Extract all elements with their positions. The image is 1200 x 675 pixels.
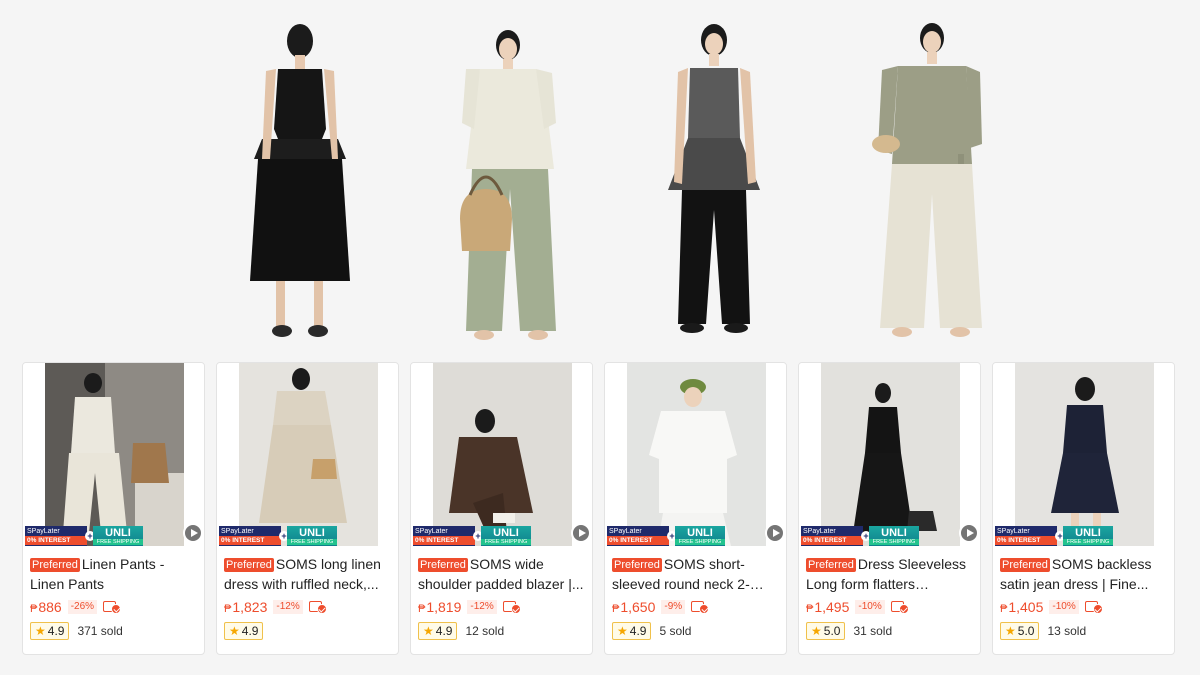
- product-title[interactable]: Preferred Dress Sleeveless Long form flat…: [806, 554, 976, 594]
- preferred-badge: Preferred: [30, 558, 80, 572]
- hero-model-2-image: [452, 19, 572, 349]
- sold-count: 5 sold: [659, 624, 692, 638]
- star-icon: ★: [1005, 624, 1016, 638]
- unli-free-shipping-badge: UNLI FREE SHIPPING: [93, 526, 143, 546]
- product-price: ₱886: [30, 599, 62, 615]
- discount-badge: -10%: [855, 600, 885, 614]
- product-title[interactable]: Preferred SOMS wide shoulder padded blaze…: [418, 554, 588, 594]
- rating-badge: ★ 4.9: [224, 622, 264, 640]
- discount-badge: -12%: [273, 600, 303, 614]
- rating-badge: ★ 4.9: [418, 622, 458, 640]
- preferred-badge: Preferred: [224, 558, 274, 572]
- voucher-check-icon: [1084, 600, 1103, 614]
- voucher-check-icon: [691, 600, 710, 614]
- product-price: ₱1,650: [612, 599, 656, 615]
- preferred-badge: Preferred: [1000, 558, 1050, 572]
- play-icon[interactable]: [571, 523, 591, 543]
- discount-badge: -12%: [467, 600, 497, 614]
- product-title[interactable]: Preferred Linen Pants - Linen Pants: [30, 554, 200, 594]
- rating-badge: ★ 4.9: [30, 622, 70, 640]
- product-card[interactable]: SPayLater 0% INTEREST + UNLI FREE SHIPPING…: [410, 362, 593, 655]
- star-icon: ★: [229, 624, 240, 638]
- preferred-badge: Preferred: [612, 558, 662, 572]
- unli-free-shipping-badge: UNLI FREE SHIPPING: [287, 526, 337, 546]
- spaylater-badge: SPayLater 0% INTEREST: [801, 526, 863, 546]
- star-icon: ★: [423, 624, 434, 638]
- sold-count: 13 sold: [1047, 624, 1087, 638]
- product-image[interactable]: SPayLater 0% INTEREST + UNLI FREE SHIPPING: [23, 363, 204, 546]
- discount-badge: -9%: [661, 600, 686, 614]
- spaylater-badge: SPayLater 0% INTEREST: [413, 526, 475, 546]
- rating-badge: ★ 5.0: [1000, 622, 1040, 640]
- hero-model-1-image: [240, 9, 360, 349]
- unli-free-shipping-badge: UNLI FREE SHIPPING: [481, 526, 531, 546]
- sold-count: 31 sold: [853, 624, 893, 638]
- unli-free-shipping-badge: UNLI FREE SHIPPING: [1063, 526, 1113, 546]
- rating-badge: ★ 4.9: [612, 622, 652, 640]
- discount-badge: -26%: [67, 600, 98, 614]
- spaylater-badge: SPayLater 0% INTEREST: [25, 526, 87, 546]
- product-title[interactable]: Preferred SOMS long linen dress with ruff…: [224, 554, 394, 594]
- spaylater-badge: SPayLater 0% INTEREST: [995, 526, 1057, 546]
- play-icon[interactable]: [765, 523, 785, 543]
- rating-badge: ★ 5.0: [806, 622, 846, 640]
- product-card[interactable]: SPayLater 0% INTEREST + UNLI FREE SHIPPING…: [798, 362, 981, 655]
- product-card[interactable]: SPayLater 0% INTEREST + UNLI FREE SHIPPING…: [22, 362, 205, 655]
- unli-free-shipping-badge: UNLI FREE SHIPPING: [869, 526, 919, 546]
- unli-free-shipping-badge: UNLI FREE SHIPPING: [675, 526, 725, 546]
- play-icon[interactable]: [959, 523, 979, 543]
- product-price: ₱1,823: [224, 599, 268, 615]
- preferred-badge: Preferred: [418, 558, 468, 572]
- star-icon: ★: [35, 624, 46, 638]
- product-price: ₱1,405: [1000, 599, 1044, 615]
- product-image[interactable]: SPayLater 0% INTEREST + UNLI FREE SHIPPING: [605, 363, 786, 546]
- hero-model-3-image: [648, 14, 778, 349]
- preferred-badge: Preferred: [806, 558, 856, 572]
- product-price: ₱1,495: [806, 599, 850, 615]
- product-title[interactable]: Preferred SOMS short-sleeved round neck 2…: [612, 554, 782, 594]
- voucher-check-icon: [890, 600, 909, 614]
- product-image[interactable]: SPayLater 0% INTEREST + UNLI FREE SHIPPING: [799, 363, 980, 546]
- product-price: ₱1,819: [418, 599, 462, 615]
- spaylater-badge: SPayLater 0% INTEREST: [607, 526, 669, 546]
- product-title[interactable]: Preferred SOMS backless satin jean dress …: [1000, 554, 1170, 594]
- hero-banner: [0, 0, 1200, 355]
- voucher-check-icon: [502, 600, 521, 614]
- spaylater-badge: SPayLater 0% INTEREST: [219, 526, 281, 546]
- product-card[interactable]: SPayLater 0% INTEREST + UNLI FREE SHIPPING…: [604, 362, 787, 655]
- play-icon[interactable]: [183, 523, 203, 543]
- sold-count: 371 sold: [77, 624, 123, 638]
- star-icon: ★: [617, 624, 628, 638]
- star-icon: ★: [811, 624, 822, 638]
- sold-count: 12 sold: [465, 624, 505, 638]
- product-grid: SPayLater 0% INTEREST + UNLI FREE SHIPPING…: [22, 362, 1175, 655]
- product-card[interactable]: SPayLater 0% INTEREST + UNLI FREE SHIPPING…: [992, 362, 1175, 655]
- voucher-check-icon: [103, 600, 122, 614]
- product-image[interactable]: SPayLater 0% INTEREST + UNLI FREE SHIPPING: [993, 363, 1174, 546]
- product-image[interactable]: SPayLater 0% INTEREST + UNLI FREE SHIPPING: [217, 363, 398, 546]
- voucher-check-icon: [308, 600, 327, 614]
- discount-badge: -10%: [1049, 600, 1079, 614]
- product-image[interactable]: SPayLater 0% INTEREST + UNLI FREE SHIPPING: [411, 363, 592, 546]
- hero-model-4-image: [862, 14, 992, 349]
- product-card[interactable]: SPayLater 0% INTEREST + UNLI FREE SHIPPING…: [216, 362, 399, 655]
